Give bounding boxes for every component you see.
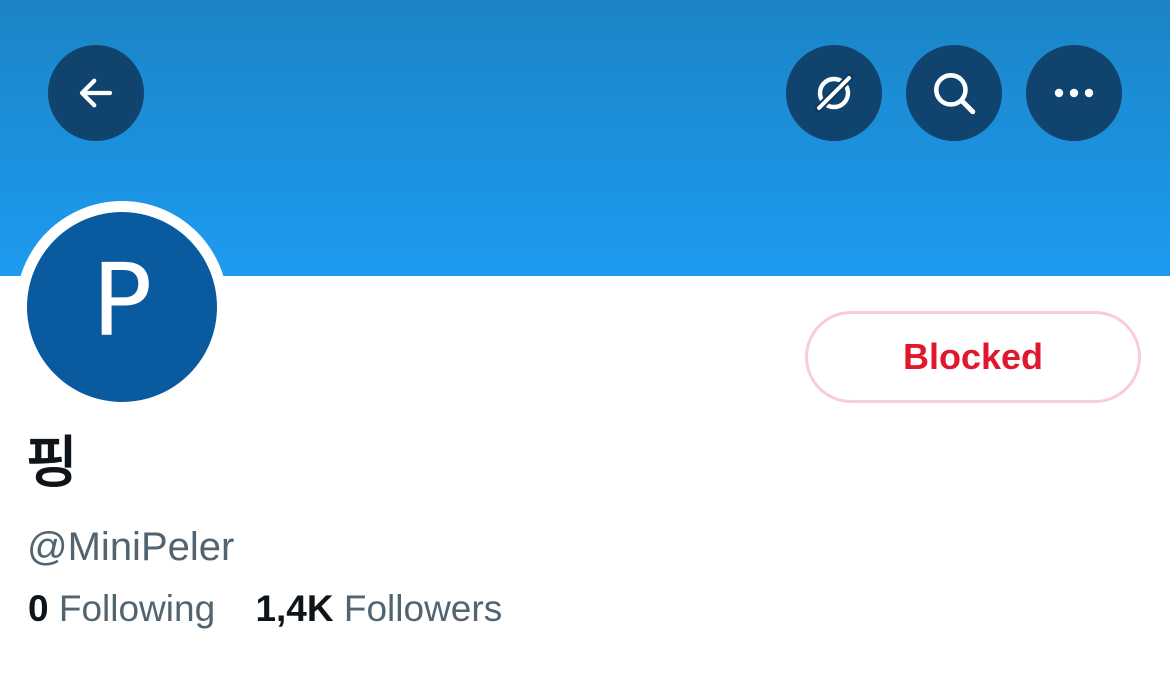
following-label: Following [58, 588, 216, 629]
profile-page: P Blocked 핑 @MiniPeler 0 Following 1,4K … [0, 0, 1170, 681]
followers-stat[interactable]: 1,4K Followers [255, 590, 502, 627]
avatar[interactable]: P [27, 212, 217, 402]
search-icon [934, 73, 976, 115]
user-handle: @MiniPeler [27, 525, 235, 569]
blocked-button[interactable]: Blocked [805, 311, 1141, 403]
more-button[interactable] [1026, 45, 1122, 141]
followers-count: 1,4K [255, 588, 334, 629]
display-name: 핑 [26, 431, 78, 496]
grok-icon [814, 73, 854, 113]
avatar-letter: P [91, 242, 153, 359]
followers-label: Followers [343, 588, 503, 629]
back-arrow-icon [79, 78, 113, 108]
following-count: 0 [28, 588, 49, 629]
more-icon [1054, 88, 1094, 98]
back-button[interactable] [48, 45, 144, 141]
search-button[interactable] [906, 45, 1002, 141]
profile-stats: 0 Following 1,4K Followers [28, 590, 502, 627]
grok-button[interactable] [786, 45, 882, 141]
following-stat[interactable]: 0 Following [28, 590, 215, 627]
